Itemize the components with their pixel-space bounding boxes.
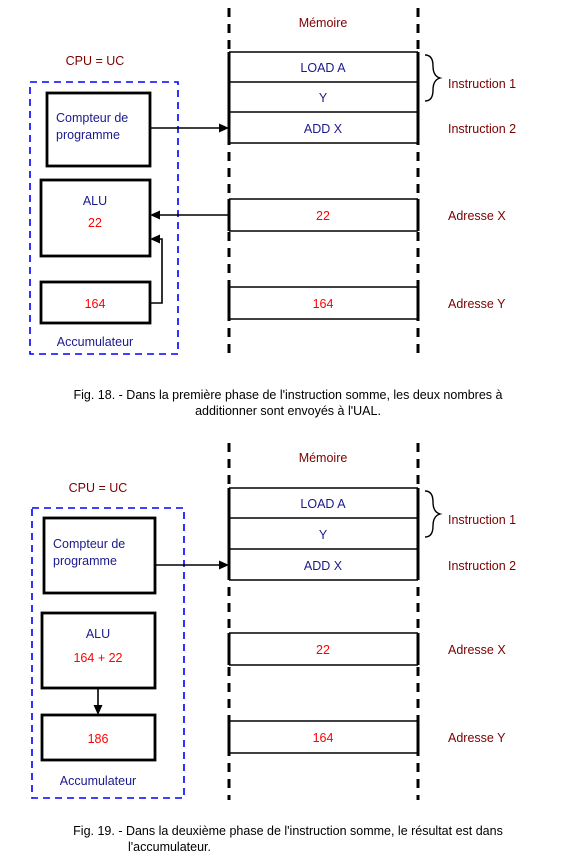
memory-cell-value-22: 22 [316, 209, 330, 223]
instruction-1-brace [424, 490, 443, 538]
label-instruction-1: Instruction 1 [448, 77, 516, 91]
memory-cell-y: Y [319, 91, 328, 105]
figure-19-diagram: Compteur de programme ALU 164 + 22 186 A… [31, 443, 516, 800]
arrow-accumulator-to-alu-path [150, 238, 163, 304]
figure-18-diagram: Compteur de programme ALU 22 164 Accumul… [29, 8, 516, 355]
program-counter-label-line2: programme [53, 554, 117, 568]
label-instruction-2: Instruction 2 [448, 559, 516, 573]
memory-cell-load-a: LOAD A [300, 497, 346, 511]
accumulator-label: Accumulateur [60, 774, 136, 788]
memory-cell-add-x: ADD X [304, 559, 343, 573]
figure-18-caption-line1: Fig. 18. - Dans la première phase de l'i… [73, 388, 503, 402]
alu-value: 164 + 22 [73, 651, 122, 665]
memory-cell-load-a: LOAD A [300, 61, 346, 75]
memory-cell-add-x: ADD X [304, 122, 343, 136]
accumulator-value: 164 [85, 297, 106, 311]
label-adresse-x: Adresse X [448, 643, 506, 657]
arrow-memory22-to-alu-head [150, 210, 160, 220]
memory-cell-value-164: 164 [313, 731, 334, 745]
figure-19-caption-line1: Fig. 19. - Dans la deuxième phase de l'i… [73, 824, 503, 838]
cpu-label: CPU = UC [66, 54, 125, 68]
figure-18-caption-line2: additionner sont envoyés à l'UAL. [195, 404, 381, 418]
figure-18: Compteur de programme ALU 22 164 Accumul… [0, 0, 576, 418]
label-adresse-y: Adresse Y [448, 731, 506, 745]
program-counter-label-line1: Compteur de [56, 111, 128, 125]
alu-value: 22 [88, 216, 102, 230]
memory-title: Mémoire [299, 16, 348, 30]
alu-label: ALU [86, 627, 110, 641]
program-counter-label-line2: programme [56, 128, 120, 142]
arrow-accumulator-to-alu-head [150, 234, 160, 244]
memory-cell-y: Y [319, 528, 328, 542]
figure-18-caption: Fig. 18. - Dans la première phase de l'i… [0, 387, 576, 419]
figure-19-caption: Fig. 19. - Dans la deuxième phase de l'i… [0, 823, 576, 855]
memory-cell-value-22: 22 [316, 643, 330, 657]
memory-cell-value-164: 164 [313, 297, 334, 311]
arrow-alu-to-accumulator-head [93, 705, 103, 715]
label-instruction-1: Instruction 1 [448, 513, 516, 527]
instruction-1-brace [424, 54, 443, 102]
figure-19-caption-line2: l'accumulateur. [128, 840, 211, 854]
label-instruction-2: Instruction 2 [448, 122, 516, 136]
accumulator-label: Accumulateur [57, 335, 133, 349]
memory-title: Mémoire [299, 451, 348, 465]
alu-label: ALU [83, 194, 107, 208]
figure-19: Compteur de programme ALU 164 + 22 186 A… [0, 440, 576, 854]
program-counter-label-line1: Compteur de [53, 537, 125, 551]
cpu-label: CPU = UC [69, 481, 128, 495]
label-adresse-y: Adresse Y [448, 297, 506, 311]
label-adresse-x: Adresse X [448, 209, 506, 223]
accumulator-value: 186 [88, 732, 109, 746]
